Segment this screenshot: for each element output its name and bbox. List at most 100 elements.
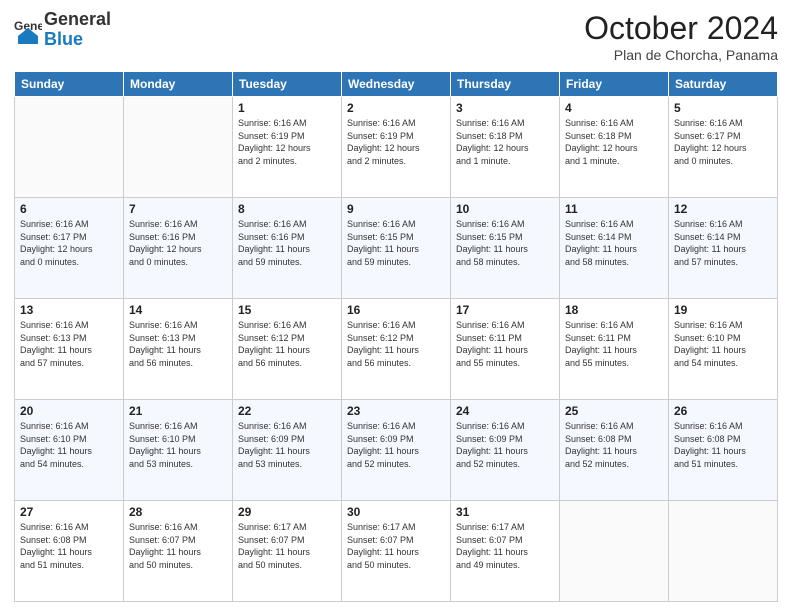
day-number: 27 <box>20 505 118 519</box>
day-number: 15 <box>238 303 336 317</box>
day-info: Sunrise: 6:16 AM Sunset: 6:17 PM Dayligh… <box>674 117 772 167</box>
day-number: 31 <box>456 505 554 519</box>
logo-blue-text: Blue <box>44 29 83 49</box>
day-info: Sunrise: 6:16 AM Sunset: 6:17 PM Dayligh… <box>20 218 118 268</box>
calendar-cell: 15 Sunrise: 6:16 AM Sunset: 6:12 PM Dayli… <box>233 299 342 400</box>
day-number: 12 <box>674 202 772 216</box>
calendar-cell: 29 Sunrise: 6:17 AM Sunset: 6:07 PM Dayli… <box>233 501 342 602</box>
calendar-cell: 7 Sunrise: 6:16 AM Sunset: 6:16 PM Daylig… <box>124 198 233 299</box>
day-info: Sunrise: 6:16 AM Sunset: 6:15 PM Dayligh… <box>347 218 445 268</box>
day-info: Sunrise: 6:16 AM Sunset: 6:18 PM Dayligh… <box>456 117 554 167</box>
column-header-monday: Monday <box>124 72 233 97</box>
calendar-cell: 6Sunrise: 6:16 AM Sunset: 6:17 PM Daylig… <box>15 198 124 299</box>
day-info: Sunrise: 6:16 AM Sunset: 6:12 PM Dayligh… <box>238 319 336 369</box>
calendar-cell: 19 Sunrise: 6:16 AM Sunset: 6:10 PM Dayli… <box>669 299 778 400</box>
calendar-cell: 12 Sunrise: 6:16 AM Sunset: 6:14 PM Dayli… <box>669 198 778 299</box>
calendar-cell: 27Sunrise: 6:16 AM Sunset: 6:08 PM Dayli… <box>15 501 124 602</box>
day-info: Sunrise: 6:16 AM Sunset: 6:09 PM Dayligh… <box>347 420 445 470</box>
day-number: 23 <box>347 404 445 418</box>
calendar-cell: 23 Sunrise: 6:16 AM Sunset: 6:09 PM Dayli… <box>342 400 451 501</box>
day-number: 2 <box>347 101 445 115</box>
day-number: 16 <box>347 303 445 317</box>
day-number: 4 <box>565 101 663 115</box>
day-number: 18 <box>565 303 663 317</box>
day-info: Sunrise: 6:16 AM Sunset: 6:10 PM Dayligh… <box>674 319 772 369</box>
column-header-wednesday: Wednesday <box>342 72 451 97</box>
calendar-cell: 4 Sunrise: 6:16 AM Sunset: 6:18 PM Daylig… <box>560 97 669 198</box>
day-number: 17 <box>456 303 554 317</box>
calendar-cell: 9Sunrise: 6:16 AM Sunset: 6:15 PM Daylig… <box>342 198 451 299</box>
calendar-cell: 8 Sunrise: 6:16 AM Sunset: 6:16 PM Daylig… <box>233 198 342 299</box>
day-number: 3 <box>456 101 554 115</box>
calendar-cell: 2 Sunrise: 6:16 AM Sunset: 6:19 PM Daylig… <box>342 97 451 198</box>
title-block: October 2024 Plan de Chorcha, Panama <box>584 10 778 63</box>
day-info: Sunrise: 6:16 AM Sunset: 6:12 PM Dayligh… <box>347 319 445 369</box>
day-number: 5 <box>674 101 772 115</box>
day-number: 24 <box>456 404 554 418</box>
day-info: Sunrise: 6:17 AM Sunset: 6:07 PM Dayligh… <box>238 521 336 571</box>
day-number: 20 <box>20 404 118 418</box>
day-number: 28 <box>129 505 227 519</box>
day-number: 1 <box>238 101 336 115</box>
calendar-cell: 26Sunrise: 6:16 AM Sunset: 6:08 PM Dayli… <box>669 400 778 501</box>
calendar-cell: 11 Sunrise: 6:16 AM Sunset: 6:14 PM Dayli… <box>560 198 669 299</box>
day-info: Sunrise: 6:16 AM Sunset: 6:08 PM Dayligh… <box>565 420 663 470</box>
calendar-cell: 22 Sunrise: 6:16 AM Sunset: 6:09 PM Dayli… <box>233 400 342 501</box>
calendar-table: SundayMondayTuesdayWednesdayThursdayFrid… <box>14 71 778 602</box>
calendar-cell: 30Sunrise: 6:17 AM Sunset: 6:07 PM Dayli… <box>342 501 451 602</box>
day-info: Sunrise: 6:16 AM Sunset: 6:14 PM Dayligh… <box>674 218 772 268</box>
calendar-cell <box>124 97 233 198</box>
calendar-cell: 18 Sunrise: 6:16 AM Sunset: 6:11 PM Dayli… <box>560 299 669 400</box>
calendar-cell: 1 Sunrise: 6:16 AM Sunset: 6:19 PM Daylig… <box>233 97 342 198</box>
calendar-cell: 20Sunrise: 6:16 AM Sunset: 6:10 PM Dayli… <box>15 400 124 501</box>
calendar-cell: 13 Sunrise: 6:16 AM Sunset: 6:13 PM Dayli… <box>15 299 124 400</box>
calendar-week-5: 27Sunrise: 6:16 AM Sunset: 6:08 PM Dayli… <box>15 501 778 602</box>
day-info: Sunrise: 6:16 AM Sunset: 6:08 PM Dayligh… <box>674 420 772 470</box>
page-header: General General Blue October 2024 Plan d… <box>14 10 778 63</box>
day-info: Sunrise: 6:16 AM Sunset: 6:13 PM Dayligh… <box>20 319 118 369</box>
logo-icon: General <box>14 16 42 44</box>
calendar-cell: 28 Sunrise: 6:16 AM Sunset: 6:07 PM Dayli… <box>124 501 233 602</box>
calendar-cell <box>669 501 778 602</box>
calendar-cell: 3 Sunrise: 6:16 AM Sunset: 6:18 PM Daylig… <box>451 97 560 198</box>
day-number: 25 <box>565 404 663 418</box>
day-number: 11 <box>565 202 663 216</box>
column-header-thursday: Thursday <box>451 72 560 97</box>
day-number: 10 <box>456 202 554 216</box>
calendar-cell: 16 Sunrise: 6:16 AM Sunset: 6:12 PM Dayli… <box>342 299 451 400</box>
column-header-sunday: Sunday <box>15 72 124 97</box>
calendar-cell: 21Sunrise: 6:16 AM Sunset: 6:10 PM Dayli… <box>124 400 233 501</box>
day-info: Sunrise: 6:16 AM Sunset: 6:09 PM Dayligh… <box>238 420 336 470</box>
column-header-friday: Friday <box>560 72 669 97</box>
day-number: 19 <box>674 303 772 317</box>
day-number: 22 <box>238 404 336 418</box>
day-info: Sunrise: 6:16 AM Sunset: 6:16 PM Dayligh… <box>129 218 227 268</box>
day-number: 21 <box>129 404 227 418</box>
calendar-cell: 17Sunrise: 6:16 AM Sunset: 6:11 PM Dayli… <box>451 299 560 400</box>
day-info: Sunrise: 6:16 AM Sunset: 6:13 PM Dayligh… <box>129 319 227 369</box>
day-info: Sunrise: 6:16 AM Sunset: 6:19 PM Dayligh… <box>238 117 336 167</box>
calendar-week-4: 20Sunrise: 6:16 AM Sunset: 6:10 PM Dayli… <box>15 400 778 501</box>
day-info: Sunrise: 6:16 AM Sunset: 6:11 PM Dayligh… <box>565 319 663 369</box>
day-info: Sunrise: 6:16 AM Sunset: 6:16 PM Dayligh… <box>238 218 336 268</box>
day-number: 8 <box>238 202 336 216</box>
location-subtitle: Plan de Chorcha, Panama <box>584 47 778 63</box>
day-info: Sunrise: 6:16 AM Sunset: 6:14 PM Dayligh… <box>565 218 663 268</box>
day-info: Sunrise: 6:16 AM Sunset: 6:18 PM Dayligh… <box>565 117 663 167</box>
day-info: Sunrise: 6:16 AM Sunset: 6:19 PM Dayligh… <box>347 117 445 167</box>
calendar-week-3: 13 Sunrise: 6:16 AM Sunset: 6:13 PM Dayli… <box>15 299 778 400</box>
day-number: 13 <box>20 303 118 317</box>
day-number: 7 <box>129 202 227 216</box>
calendar-cell <box>15 97 124 198</box>
logo-general-text: General <box>44 9 111 29</box>
calendar-cell: 31Sunrise: 6:17 AM Sunset: 6:07 PM Dayli… <box>451 501 560 602</box>
logo: General General Blue <box>14 10 111 50</box>
calendar-cell <box>560 501 669 602</box>
calendar-week-2: 6Sunrise: 6:16 AM Sunset: 6:17 PM Daylig… <box>15 198 778 299</box>
calendar-cell: 14Sunrise: 6:16 AM Sunset: 6:13 PM Dayli… <box>124 299 233 400</box>
column-header-saturday: Saturday <box>669 72 778 97</box>
day-number: 29 <box>238 505 336 519</box>
day-number: 30 <box>347 505 445 519</box>
calendar-week-1: 1 Sunrise: 6:16 AM Sunset: 6:19 PM Daylig… <box>15 97 778 198</box>
day-info: Sunrise: 6:16 AM Sunset: 6:07 PM Dayligh… <box>129 521 227 571</box>
